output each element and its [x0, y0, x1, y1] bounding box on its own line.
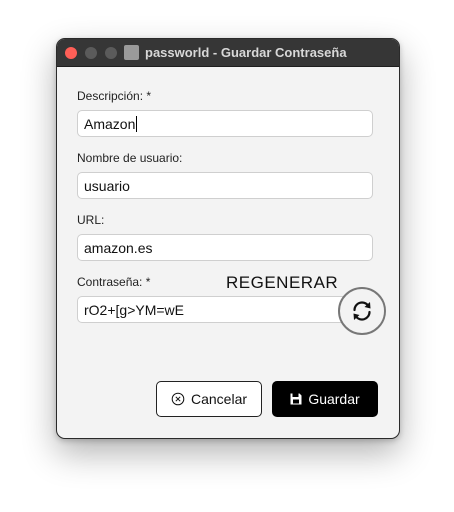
- description-label: Descripción: *: [77, 89, 152, 103]
- password-label: Contraseña: *: [77, 275, 151, 289]
- cancel-button[interactable]: Cancelar: [156, 381, 262, 417]
- save-button[interactable]: Guardar: [272, 381, 378, 417]
- url-label: URL:: [77, 213, 105, 227]
- password-input[interactable]: rO2+[g>YM=wE: [77, 296, 373, 323]
- regenerate-password-button[interactable]: [338, 287, 386, 335]
- refresh-icon: [353, 301, 371, 321]
- password-value: rO2+[g>YM=wE: [84, 302, 184, 318]
- title-bar: passworld - Guardar Contraseña: [57, 39, 399, 67]
- url-value: amazon.es: [84, 240, 153, 256]
- username-value: usuario: [84, 178, 130, 194]
- minimize-window-icon[interactable]: [85, 47, 97, 59]
- cancel-button-label: Cancelar: [190, 391, 248, 407]
- description-value: Amazon: [84, 116, 136, 132]
- regenerate-label: REGENERAR: [226, 273, 339, 292]
- circle-x-icon: [171, 392, 185, 406]
- close-window-icon[interactable]: [65, 47, 77, 59]
- floppy-disk-icon: [290, 393, 302, 405]
- save-password-window: passworld - Guardar Contraseña Descripci…: [56, 38, 400, 439]
- text-caret: [136, 116, 138, 132]
- url-input[interactable]: amazon.es: [77, 234, 373, 261]
- description-input[interactable]: Amazon: [77, 110, 373, 137]
- username-input[interactable]: usuario: [77, 172, 373, 199]
- window-title: passworld - Guardar Contraseña: [145, 45, 347, 60]
- app-icon: [124, 45, 139, 60]
- username-label: Nombre de usuario:: [77, 151, 183, 165]
- save-button-label: Guardar: [308, 391, 360, 407]
- maximize-window-icon[interactable]: [105, 47, 117, 59]
